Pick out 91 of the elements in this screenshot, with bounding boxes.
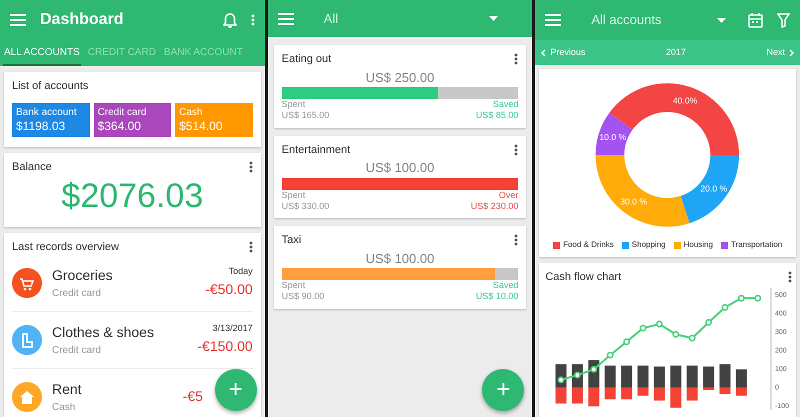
menu-icon[interactable] (278, 12, 294, 24)
calendar-icon[interactable] (748, 12, 764, 28)
add-button[interactable]: + (482, 369, 524, 411)
menu-icon[interactable] (545, 14, 562, 26)
app-title: Dashboard (40, 10, 124, 30)
legend-label: Food & Drinks (563, 239, 614, 251)
more-options-icon[interactable] (248, 241, 253, 254)
account-tile[interactable]: Cash $514.00 (175, 102, 253, 138)
spent-label: Spent (282, 190, 306, 201)
spent-amount: US$ 90.00 (282, 291, 324, 302)
data-point (754, 294, 762, 302)
remaining-amount: US$ 85.00 (476, 110, 518, 122)
legend-swatch (622, 242, 629, 248)
record-name: Groceries (52, 266, 113, 286)
card-title: Last records overview (12, 240, 119, 255)
legend-swatch (720, 242, 728, 248)
slice-label: 20.0 % (700, 184, 728, 194)
budget-limit: US$ 100.00 (364, 159, 436, 177)
data-point (574, 371, 582, 378)
more-options-icon[interactable] (514, 234, 518, 246)
remaining-label: Saved (492, 99, 518, 110)
record-account: Credit card (52, 287, 102, 302)
more-options-icon[interactable] (788, 271, 792, 284)
data-point (590, 365, 598, 372)
slice-label: 40.0% (673, 95, 698, 106)
filter-dropdown[interactable]: All (324, 8, 338, 28)
record-date: 3/13/2017 (212, 322, 253, 335)
record-account: Cash (52, 401, 76, 416)
account-tile[interactable]: Credit card $364.00 (94, 102, 172, 138)
data-point (706, 318, 712, 326)
data-point (558, 376, 565, 383)
budget-name: Taxi (282, 233, 302, 248)
slice-label: 30.0 % (620, 196, 648, 206)
account-tab[interactable]: ALL ACCOUNTS (3, 40, 81, 66)
budget-name: Entertainment (282, 142, 350, 158)
filter-icon[interactable] (777, 12, 790, 28)
data-point (689, 334, 696, 341)
legend-swatch (674, 242, 681, 248)
remaining-label: Saved (492, 280, 518, 292)
balance-amount: $2076.03 (61, 176, 204, 215)
record-amount: -€50.00 (205, 280, 253, 300)
legend-label: Housing (684, 239, 713, 251)
remaining-amount: US$ 230.00 (470, 200, 518, 212)
record-name: Clothes & shoes (52, 323, 154, 342)
data-point (722, 304, 729, 310)
remaining-amount: US$ 10.00 (476, 291, 518, 302)
record-date: Today (228, 264, 253, 278)
account-dropdown[interactable]: All accounts (591, 10, 662, 30)
account-tab[interactable]: CREDIT CARD (86, 40, 157, 66)
bell-icon[interactable] (222, 12, 237, 28)
chevron-right-icon (789, 48, 794, 56)
data-point (640, 324, 647, 331)
legend-label: Shopping (632, 239, 666, 251)
budget-limit: US$ 250.00 (364, 68, 436, 86)
cash-flow-bar (670, 365, 682, 388)
record-account: Credit card (52, 344, 102, 358)
spent-label: Spent (282, 280, 306, 292)
spent-label: Spent (282, 99, 306, 110)
period-label: 2017 (666, 46, 686, 59)
record-amount: -€150.00 (197, 337, 253, 356)
legend-swatch (553, 242, 560, 248)
card-title: Cash flow chart (545, 270, 622, 285)
data-point (738, 294, 746, 302)
slice-label: 10.0 % (600, 132, 626, 142)
remaining-label: Over (498, 190, 518, 201)
data-point (624, 338, 630, 345)
account-tab[interactable]: BANK ACCOUNT (162, 40, 244, 66)
account-tile[interactable]: Bank account $1198.03 (12, 102, 90, 138)
spent-amount: US$ 330.00 (282, 200, 330, 212)
budget-name: Eating out (282, 52, 332, 67)
dropdown-caret-icon[interactable] (489, 16, 498, 21)
next-button[interactable]: Next (766, 46, 794, 60)
budget-limit: US$ 100.00 (364, 250, 436, 268)
data-point (607, 351, 614, 358)
record-name: Rent (52, 380, 82, 400)
spent-amount: US$ 165.00 (282, 110, 330, 122)
card-title: Balance (12, 160, 52, 176)
card-title: List of accounts (12, 79, 90, 94)
dropdown-caret-icon[interactable] (717, 18, 726, 22)
previous-button[interactable]: Previous (541, 46, 586, 60)
data-point (656, 320, 664, 327)
house-icon (18, 388, 36, 406)
menu-icon[interactable] (10, 14, 26, 26)
legend-label: Transportation (730, 239, 782, 251)
more-options-icon[interactable] (248, 161, 253, 174)
cash-flow-bar (670, 387, 682, 408)
record-amount: -€5 (182, 387, 203, 406)
chevron-left-icon (541, 48, 546, 56)
more-options-icon[interactable] (514, 144, 518, 156)
more-options-icon[interactable] (514, 53, 518, 66)
data-point (672, 330, 680, 338)
